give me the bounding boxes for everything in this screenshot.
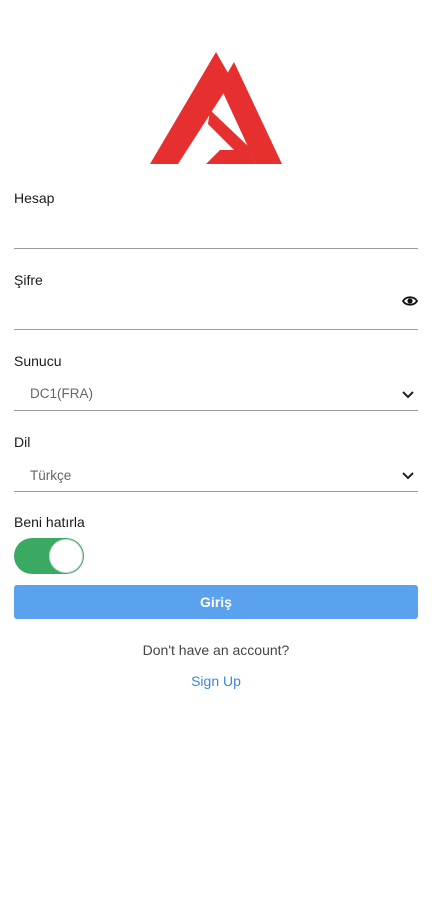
- password-label: Şifre: [14, 272, 43, 288]
- eye-icon[interactable]: [402, 294, 418, 308]
- account-underline: [14, 248, 418, 249]
- toggle-knob: [50, 540, 82, 572]
- server-select-value[interactable]: DC1(FRA): [30, 386, 93, 401]
- language-label: Dil: [14, 434, 31, 450]
- logo-right-stroke: [220, 62, 282, 164]
- no-account-text: Don't have an account?: [142, 642, 290, 658]
- language-select-value[interactable]: Türkçe: [30, 468, 71, 483]
- account-input[interactable]: [14, 220, 394, 244]
- remember-toggle[interactable]: [14, 538, 84, 574]
- account-label: Hesap: [14, 190, 55, 206]
- chevron-down-icon[interactable]: [402, 391, 414, 399]
- language-field[interactable]: Dil Türkçe: [14, 434, 418, 494]
- password-input[interactable]: [14, 300, 394, 324]
- app-logo: [150, 52, 282, 164]
- password-underline: [14, 329, 418, 330]
- login-button[interactable]: Giriş: [14, 585, 418, 619]
- language-underline: [14, 491, 418, 492]
- server-field[interactable]: Sunucu DC1(FRA): [14, 353, 418, 413]
- server-underline: [14, 410, 418, 411]
- server-label: Sunucu: [14, 353, 62, 369]
- account-field: Hesap: [14, 190, 418, 250]
- remember-label: Beni hatırla: [14, 514, 85, 530]
- remember-field: Beni hatırla: [14, 514, 418, 534]
- password-field: Şifre: [14, 272, 418, 332]
- chevron-down-icon[interactable]: [402, 472, 414, 480]
- logo-left-stroke: [150, 52, 232, 164]
- sign-up-link[interactable]: Sign Up: [0, 673, 432, 689]
